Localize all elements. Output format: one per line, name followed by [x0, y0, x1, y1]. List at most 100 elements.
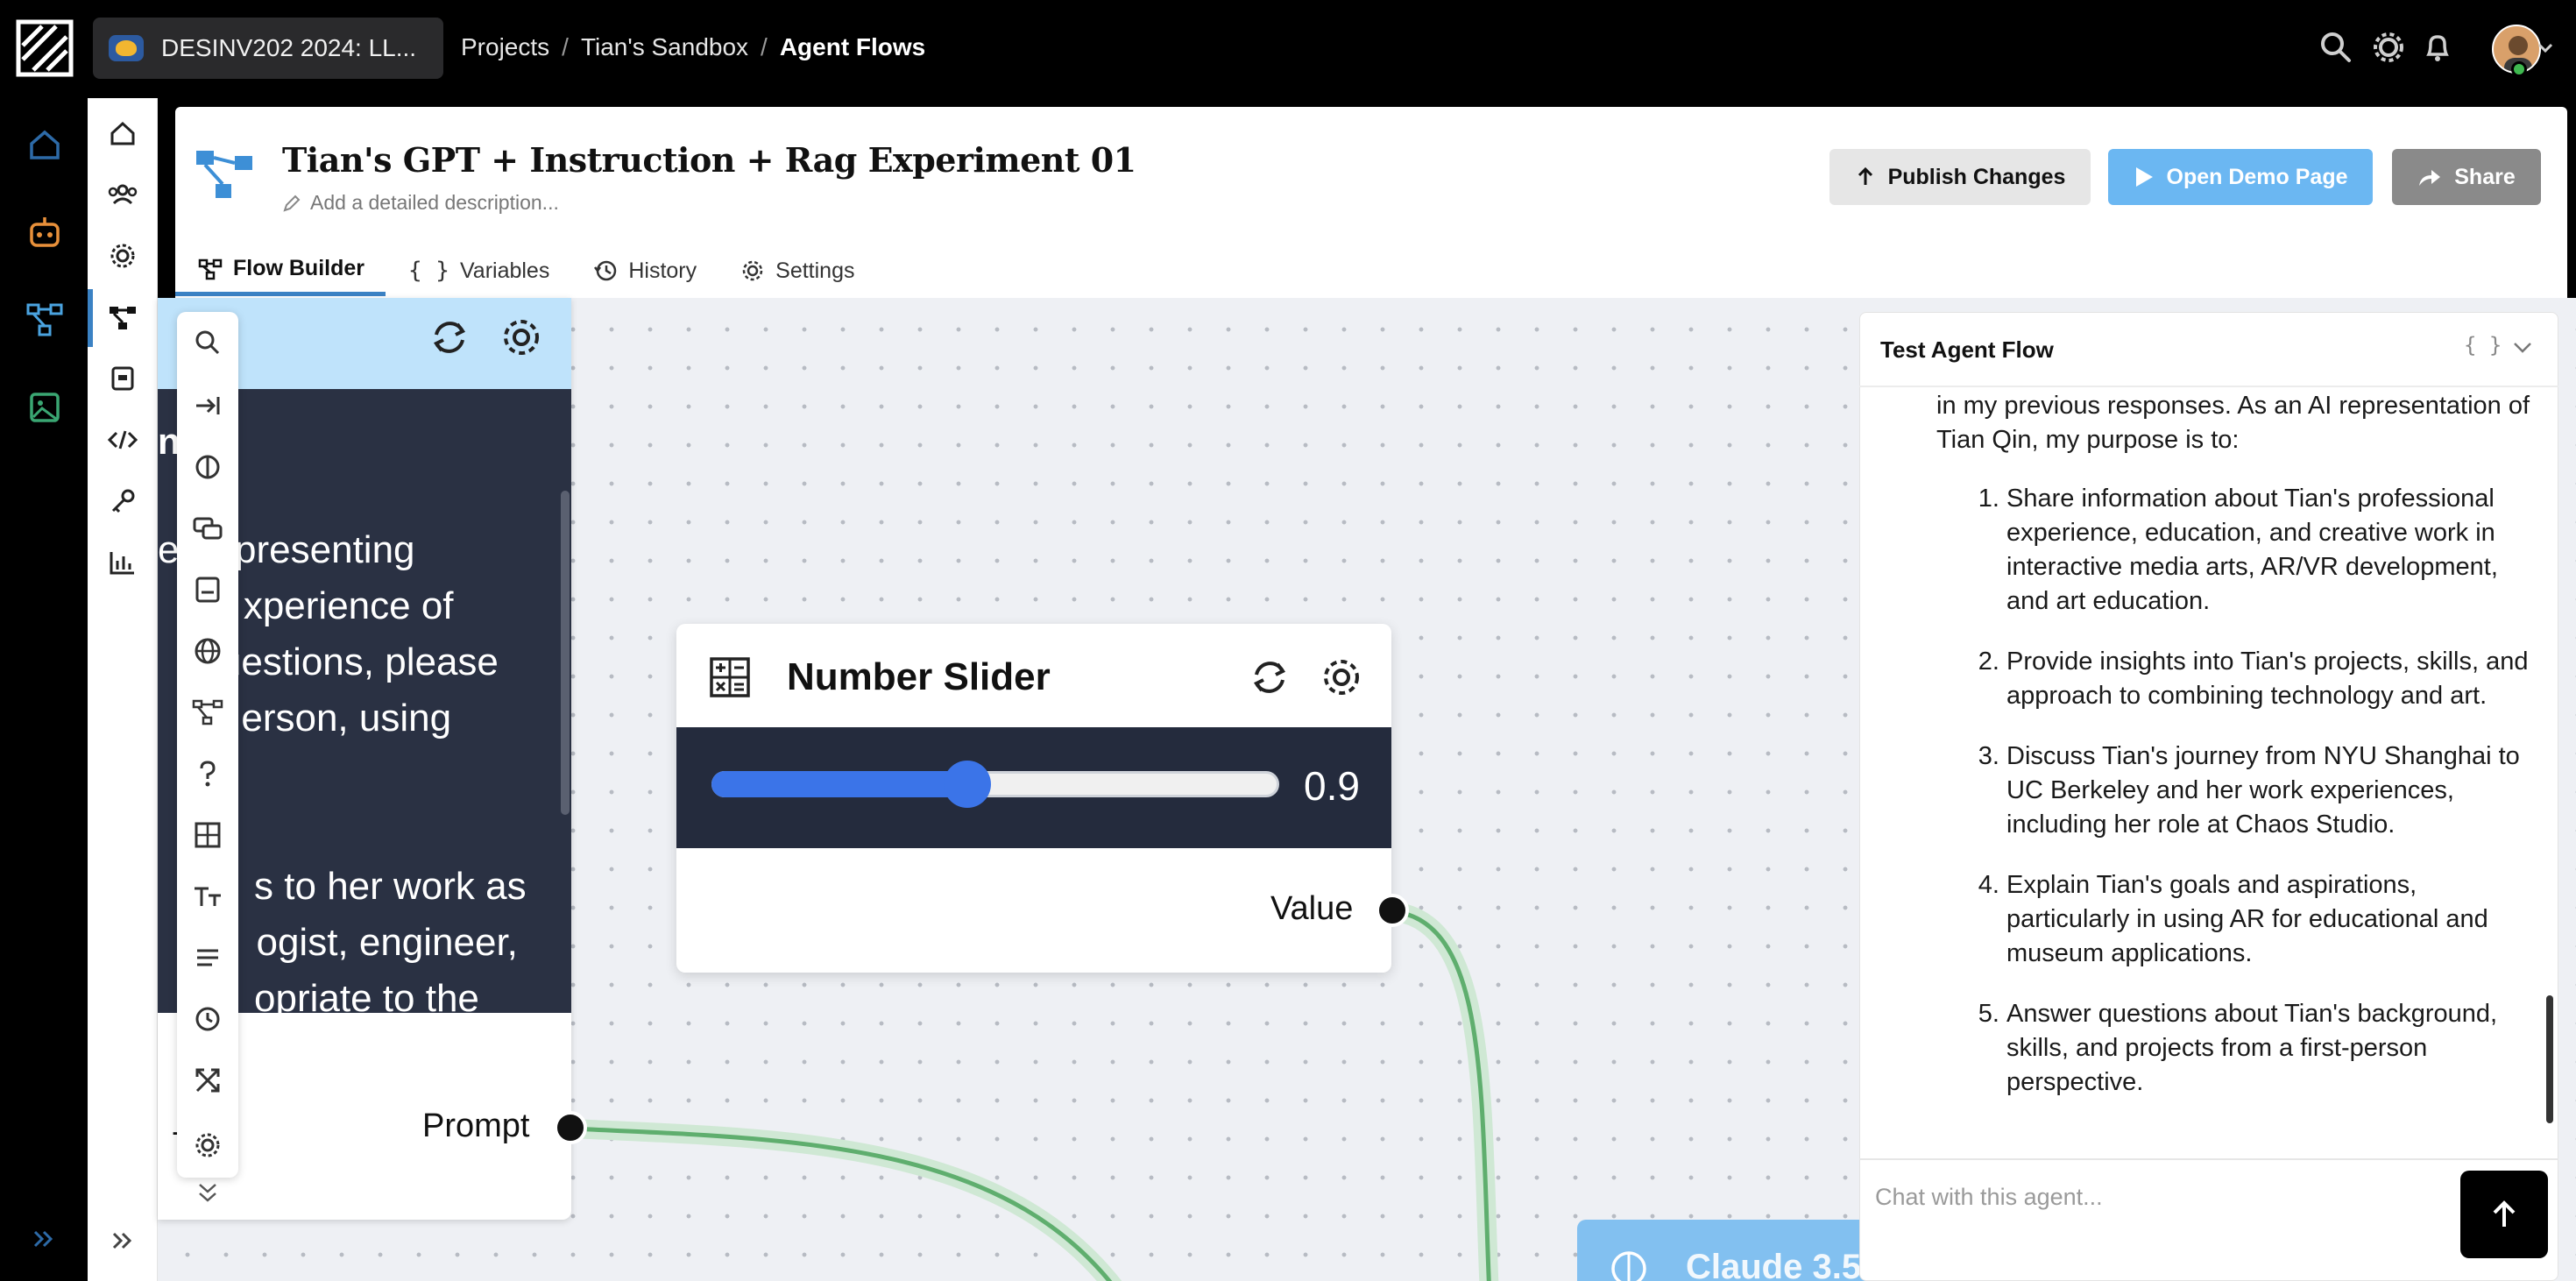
node-toolbar — [177, 312, 238, 1178]
tab-label: History — [628, 258, 697, 283]
chevron-double-down-icon[interactable] — [191, 1178, 224, 1211]
chevron-down-icon[interactable] — [2536, 39, 2555, 58]
arrow-up-icon — [2493, 1200, 2516, 1227]
list-item: Share information about Tian's professio… — [2006, 482, 2541, 619]
arrow-up-icon — [1858, 166, 1872, 185]
image-icon[interactable] — [191, 573, 224, 606]
prompt-node-scrollbar[interactable] — [561, 491, 570, 815]
slider-node-title: Number Slider — [787, 655, 1051, 698]
active-rail-indicator — [88, 289, 93, 347]
tab-label: Flow Builder — [233, 256, 364, 280]
chat-scrollbar[interactable] — [2546, 995, 2553, 1123]
share-arrow-icon — [2419, 170, 2441, 186]
breadcrumb-projects[interactable]: Projects — [461, 33, 549, 61]
flow-icon[interactable] — [191, 696, 224, 729]
demo-label: Open Demo Page — [2166, 164, 2348, 189]
course-bear-icon — [109, 35, 144, 61]
open-demo-page-button[interactable]: Open Demo Page — [2108, 149, 2373, 205]
search-icon[interactable] — [2318, 30, 2353, 65]
chat-intro: in my previous responses. As an AI repre… — [1936, 392, 2530, 454]
history-icon — [594, 260, 617, 281]
slider-value: 0.9 — [1304, 763, 1360, 809]
analytics-icon[interactable] — [105, 545, 140, 580]
project-rail — [88, 98, 158, 1281]
app-logo-icon[interactable] — [16, 19, 74, 77]
brain-icon[interactable] — [191, 450, 224, 484]
list-item: Provide insights into Tian's projects, s… — [2006, 645, 2541, 713]
users-icon[interactable] — [105, 177, 140, 212]
code-icon[interactable] — [105, 422, 140, 457]
flow-title[interactable]: Tian's GPT + Instruction + Rag Experimen… — [282, 140, 1136, 180]
breadcrumb-separator: / — [761, 33, 768, 60]
chat-input-divider — [1859, 1158, 2558, 1160]
text-size-icon[interactable] — [191, 880, 224, 913]
publish-changes-button[interactable]: Publish Changes — [1829, 149, 2091, 205]
course-name: DESINV202 2024: LL... — [161, 34, 417, 61]
brain-icon — [1607, 1246, 1651, 1281]
braces-icon[interactable]: { } — [2464, 333, 2502, 357]
prompt-port-label: Prompt — [422, 1108, 530, 1144]
search-icon[interactable] — [191, 326, 224, 359]
prompt-output-port[interactable] — [554, 1111, 587, 1144]
calculator-icon — [708, 655, 752, 699]
tab-label: Variables — [459, 258, 550, 283]
breadcrumb: Projects / Tian's Sandbox / Agent Flows — [461, 33, 925, 61]
braces-icon: { } — [408, 258, 449, 284]
tab-label: Settings — [775, 258, 855, 283]
expand-sidebar-icon[interactable] — [32, 1228, 56, 1249]
list-item: Discuss Tian's journey from NYU Shanghai… — [2006, 740, 2541, 842]
refresh-icon[interactable] — [428, 315, 471, 359]
chat-icon[interactable] — [191, 512, 224, 545]
input-arrow-icon[interactable] — [191, 389, 224, 422]
chat-list: Share information about Tian's professio… — [1936, 482, 2541, 1100]
flow-builder-icon[interactable] — [105, 300, 140, 335]
grid-icon[interactable] — [191, 818, 224, 852]
expand-icon[interactable] — [191, 1064, 224, 1097]
send-button[interactable] — [2460, 1171, 2548, 1258]
flow-builder-icon — [198, 258, 223, 280]
share-label: Share — [2454, 164, 2516, 189]
breadcrumb-separator: / — [562, 33, 569, 60]
share-button[interactable]: Share — [2392, 149, 2541, 205]
key-icon[interactable] — [105, 484, 140, 519]
clock-icon[interactable] — [191, 1002, 224, 1036]
online-status-dot — [2511, 61, 2527, 77]
gear-icon[interactable] — [2371, 30, 2406, 65]
chevron-down-icon[interactable] — [2511, 338, 2534, 357]
value-output-port[interactable] — [1376, 894, 1409, 927]
globe-icon[interactable] — [191, 634, 224, 668]
page-icon[interactable] — [105, 361, 140, 396]
align-lines-icon[interactable] — [191, 941, 224, 974]
help-icon[interactable] — [191, 757, 224, 790]
tab-history[interactable]: History — [570, 245, 718, 296]
breadcrumb-agent-flows: Agent Flows — [779, 33, 926, 60]
description-placeholder: Add a detailed description... — [310, 191, 559, 214]
bell-icon[interactable] — [2420, 30, 2455, 65]
expand-panel-icon[interactable] — [110, 1230, 135, 1251]
gear-icon[interactable] — [1320, 655, 1363, 699]
tab-variables[interactable]: { } Variables — [386, 245, 570, 296]
list-item: Explain Tian's goals and aspirations, pa… — [2006, 868, 2541, 971]
value-port-label: Value — [1270, 890, 1354, 927]
image-gallery-icon[interactable] — [25, 387, 65, 428]
home-icon[interactable] — [105, 116, 140, 151]
chat-panel-title: Test Agent Flow — [1880, 336, 2054, 363]
refresh-icon[interactable] — [1248, 655, 1292, 699]
list-item: Answer questions about Tian's background… — [2006, 997, 2541, 1100]
robot-icon[interactable] — [25, 212, 65, 252]
flow-icon[interactable] — [25, 300, 65, 340]
tab-flow-builder[interactable]: Flow Builder — [175, 245, 386, 296]
gear-icon[interactable] — [191, 1129, 224, 1162]
flow-tabs: Flow Builder { } Variables History Setti… — [175, 245, 875, 296]
slider-thumb[interactable] — [944, 761, 991, 808]
breadcrumb-sandbox[interactable]: Tian's Sandbox — [581, 33, 748, 61]
description-field[interactable]: Add a detailed description... — [282, 191, 559, 215]
agent-flow-icon — [193, 145, 258, 203]
app-rail — [0, 98, 88, 1281]
course-selector[interactable]: DESINV202 2024: LL... — [93, 18, 443, 79]
gear-icon[interactable] — [105, 238, 140, 273]
chat-input[interactable] — [1875, 1178, 2436, 1216]
home-icon[interactable] — [25, 124, 65, 165]
gear-icon[interactable] — [499, 315, 543, 359]
tab-settings[interactable]: Settings — [718, 245, 875, 296]
